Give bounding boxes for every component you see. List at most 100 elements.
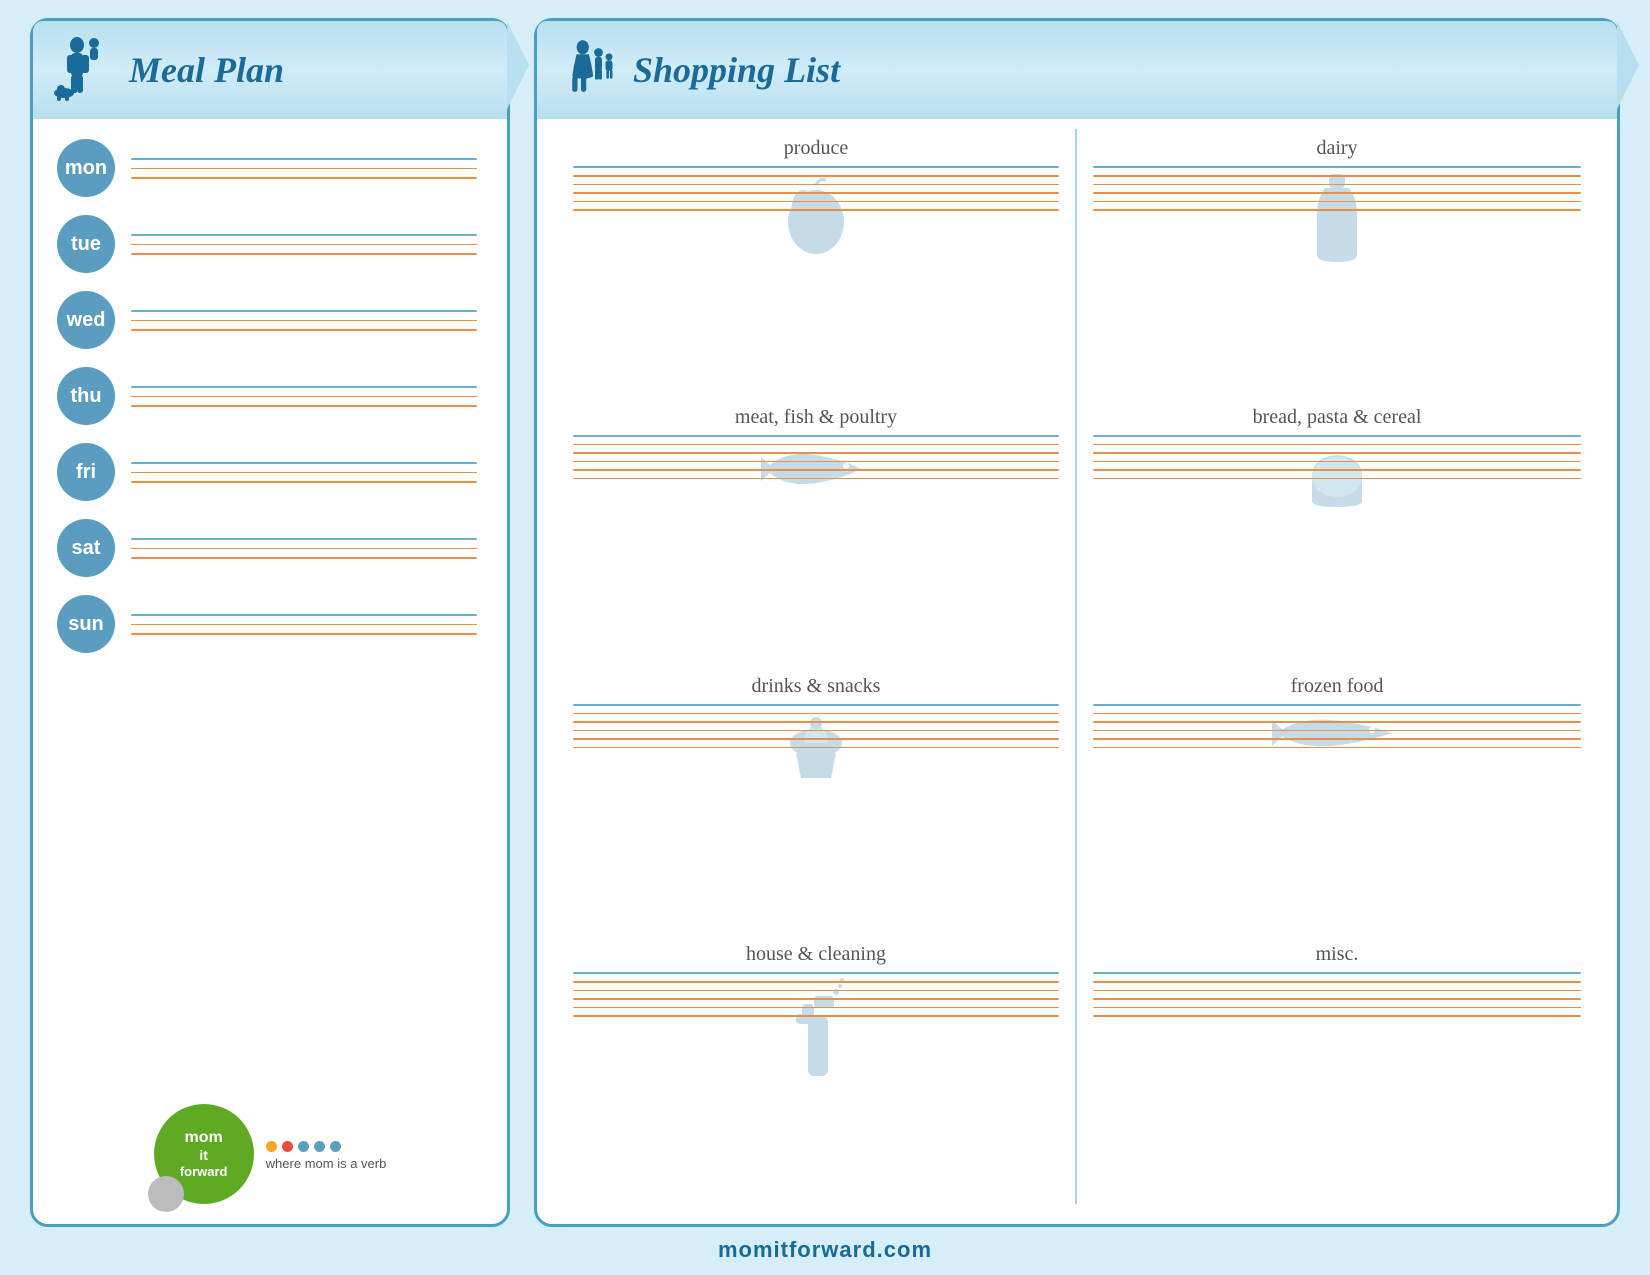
day-lines-mon bbox=[131, 158, 477, 179]
day-lines-wed bbox=[131, 310, 477, 331]
day-row-sat: sat bbox=[57, 519, 477, 577]
section-line bbox=[1093, 175, 1581, 177]
line-blue bbox=[131, 614, 477, 616]
day-circle-mon: mon bbox=[57, 139, 115, 197]
section-line bbox=[573, 469, 1059, 471]
section-title-house: house & cleaning bbox=[573, 943, 1059, 966]
day-lines-sat bbox=[131, 538, 477, 559]
section-title-frozen: frozen food bbox=[1093, 675, 1581, 698]
shopping-list-icon bbox=[553, 35, 623, 105]
meal-plan-banner: Meal Plan bbox=[33, 21, 507, 119]
line-orange-2 bbox=[131, 405, 477, 407]
logo-tagline: where mom is a verb bbox=[266, 1156, 387, 1171]
section-line bbox=[1093, 201, 1581, 203]
section-line bbox=[573, 201, 1059, 203]
shopping-grid: produce dairy meat, fish & poultry bread… bbox=[537, 129, 1617, 1204]
section-icon-dairy bbox=[1307, 170, 1367, 275]
line-blue bbox=[131, 234, 477, 236]
section-lines-bread bbox=[1093, 435, 1581, 480]
logo-line2: it bbox=[199, 1147, 208, 1164]
section-line bbox=[1093, 1015, 1581, 1017]
line-orange-2 bbox=[131, 253, 477, 255]
section-line bbox=[1093, 1007, 1581, 1009]
line-orange-2 bbox=[131, 177, 477, 179]
section-icon-meat bbox=[756, 439, 876, 504]
meal-plan-card: Meal Plan mon tue wed thu bbox=[30, 18, 510, 1227]
day-circle-sat: sat bbox=[57, 519, 115, 577]
day-circle-sun: sun bbox=[57, 595, 115, 653]
logo-area: mom it forward bbox=[33, 1094, 507, 1204]
shopping-section-meat: meat, fish & poultry bbox=[557, 398, 1077, 667]
shopping-section-drinks: drinks & snacks bbox=[557, 667, 1077, 936]
line-orange-2 bbox=[131, 633, 477, 635]
meal-plan-icon bbox=[49, 35, 119, 105]
section-line bbox=[1093, 713, 1581, 715]
section-line bbox=[1093, 209, 1581, 211]
day-row-sun: sun bbox=[57, 595, 477, 653]
day-lines-thu bbox=[131, 386, 477, 407]
section-line bbox=[573, 730, 1059, 732]
line-blue bbox=[131, 310, 477, 312]
section-line bbox=[1093, 184, 1581, 186]
dot-5 bbox=[330, 1141, 341, 1152]
section-title-misc: misc. bbox=[1093, 943, 1581, 966]
meal-plan-title: Meal Plan bbox=[129, 49, 284, 91]
logo-dots-row bbox=[266, 1141, 387, 1152]
day-row-mon: mon bbox=[57, 139, 477, 197]
section-line bbox=[573, 972, 1059, 974]
section-line bbox=[573, 981, 1059, 983]
line-orange bbox=[131, 624, 477, 626]
section-line bbox=[1093, 990, 1581, 992]
day-row-thu: thu bbox=[57, 367, 477, 425]
logo-line3: forward bbox=[180, 1164, 228, 1180]
section-line bbox=[1093, 747, 1581, 749]
section-line bbox=[573, 435, 1059, 437]
section-line bbox=[573, 452, 1059, 454]
day-circle-tue: tue bbox=[57, 215, 115, 273]
section-line bbox=[573, 184, 1059, 186]
shopping-section-house: house & cleaning bbox=[557, 935, 1077, 1204]
day-row-fri: fri bbox=[57, 443, 477, 501]
day-row-tue: tue bbox=[57, 215, 477, 273]
main-container: Meal Plan mon tue wed thu bbox=[0, 0, 1650, 1275]
section-line bbox=[1093, 998, 1581, 1000]
logo-circle: mom it forward bbox=[154, 1104, 254, 1204]
section-line bbox=[1093, 192, 1581, 194]
line-orange bbox=[131, 168, 477, 170]
shopping-section-produce: produce bbox=[557, 129, 1077, 398]
section-line bbox=[573, 998, 1059, 1000]
line-orange-2 bbox=[131, 481, 477, 483]
section-line bbox=[1093, 704, 1581, 706]
logo-gray-circle bbox=[148, 1176, 184, 1212]
shopping-section-frozen: frozen food bbox=[1077, 667, 1597, 936]
section-line bbox=[573, 1015, 1059, 1017]
shopping-section-dairy: dairy bbox=[1077, 129, 1597, 398]
dot-2 bbox=[282, 1141, 293, 1152]
section-lines-drinks bbox=[573, 704, 1059, 749]
section-lines-dairy bbox=[1093, 166, 1581, 211]
dot-1 bbox=[266, 1141, 277, 1152]
section-line bbox=[573, 713, 1059, 715]
section-line bbox=[573, 704, 1059, 706]
cards-row: Meal Plan mon tue wed thu bbox=[30, 18, 1620, 1227]
section-line bbox=[573, 192, 1059, 194]
line-blue bbox=[131, 538, 477, 540]
line-orange-2 bbox=[131, 557, 477, 559]
shopping-list-title: Shopping List bbox=[633, 49, 840, 91]
section-line bbox=[573, 175, 1059, 177]
day-lines-tue bbox=[131, 234, 477, 255]
section-icon-frozen bbox=[1272, 708, 1402, 763]
section-line bbox=[573, 721, 1059, 723]
section-line bbox=[1093, 166, 1581, 168]
section-title-drinks: drinks & snacks bbox=[573, 675, 1059, 698]
section-line bbox=[573, 738, 1059, 740]
line-blue bbox=[131, 386, 477, 388]
section-line bbox=[1093, 452, 1581, 454]
section-lines-meat bbox=[573, 435, 1059, 480]
line-orange-2 bbox=[131, 329, 477, 331]
section-line bbox=[1093, 972, 1581, 974]
section-line bbox=[1093, 435, 1581, 437]
section-lines-frozen bbox=[1093, 704, 1581, 749]
line-orange bbox=[131, 244, 477, 246]
line-orange bbox=[131, 320, 477, 322]
